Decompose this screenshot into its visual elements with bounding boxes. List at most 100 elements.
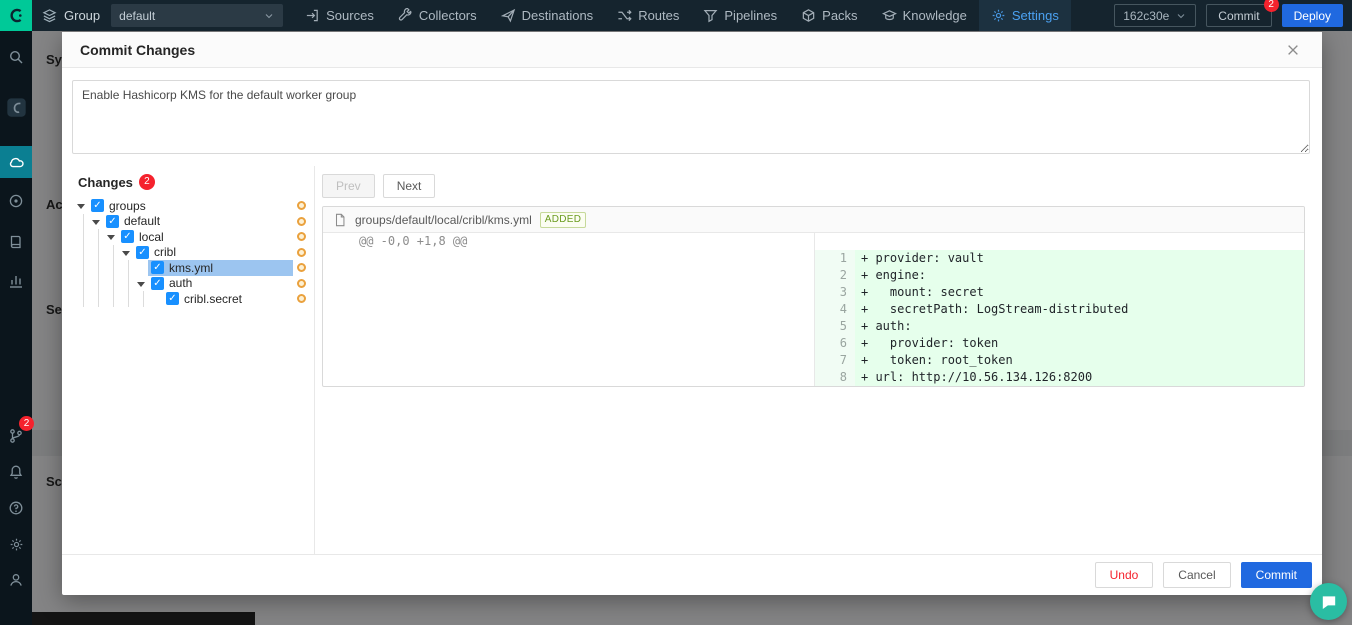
commit-button-top[interactable]: Commit 2 (1206, 4, 1271, 27)
tree-row-cribl.secret[interactable]: cribl.secret (76, 291, 314, 307)
group-selector[interactable]: default (111, 4, 283, 27)
tree-row-cribl[interactable]: cribl (76, 245, 314, 261)
nav-item-routes[interactable]: Routes (605, 0, 691, 31)
sidebar-item-worker-groups[interactable] (0, 146, 32, 178)
expander-caret[interactable] (136, 276, 148, 292)
indent-guide (106, 291, 121, 307)
git-branch-icon (8, 428, 24, 444)
diff-line: 6+ provider: token (323, 335, 1304, 352)
tree-row-main: cribl (133, 245, 293, 261)
nav-item-settings[interactable]: Settings (979, 0, 1071, 31)
commit-button-label: Commit (1218, 9, 1259, 23)
old-line-content (351, 250, 815, 267)
checkbox-kms.yml[interactable] (151, 261, 164, 274)
nav-item-packs[interactable]: Packs (789, 0, 869, 31)
modal-footer: Undo Cancel Commit (62, 554, 1322, 595)
diff-panel: Prev Next groups/default/local/cribl/kms… (315, 166, 1322, 554)
changes-title: Changes (78, 175, 133, 190)
nav-item-label: Settings (1012, 8, 1059, 23)
nav-item-collectors[interactable]: Collectors (386, 0, 489, 31)
indent-guide (91, 291, 106, 307)
change-status-dot (297, 201, 306, 210)
expander-caret[interactable] (76, 198, 88, 214)
commit-button-modal[interactable]: Commit (1241, 562, 1312, 588)
commit-message-input[interactable]: Enable Hashicorp KMS for the default wor… (72, 80, 1310, 154)
nav-item-destinations[interactable]: Destinations (489, 0, 606, 31)
sidebar-item-cribl-goat[interactable] (0, 91, 32, 123)
sidebar-item-help[interactable] (0, 492, 32, 524)
sidebar-item-notifications-bell[interactable] (0, 456, 32, 488)
indent-guide (76, 291, 91, 307)
diff-line: 7+ token: root_token (323, 352, 1304, 369)
prev-button[interactable]: Prev (322, 174, 375, 198)
diff-line: 8+ url: http://10.56.134.126:8200 (323, 369, 1304, 386)
tree-row-kms.yml[interactable]: kms.yml (76, 260, 314, 276)
pipelines-icon (703, 8, 718, 23)
indent-guide (91, 245, 106, 261)
commit-count-badge: 2 (1264, 0, 1279, 12)
sidebar-item-monitoring[interactable] (0, 185, 32, 217)
nav-item-pipelines[interactable]: Pipelines (691, 0, 789, 31)
diff-file-path: groups/default/local/cribl/kms.yml (355, 213, 532, 227)
expander-caret[interactable] (106, 229, 118, 245)
group-layers-icon (42, 8, 57, 23)
sidebar-item-settings-gear[interactable] (0, 528, 32, 560)
new-line-number: 1 (815, 250, 855, 267)
notifications-bell-icon (8, 464, 24, 480)
close-icon[interactable] (1282, 39, 1304, 61)
changes-header: Changes 2 (76, 172, 314, 198)
collectors-icon (398, 8, 413, 23)
tree-label: cribl.secret (184, 292, 242, 306)
sidebar-item-search[interactable] (0, 41, 32, 73)
cribl-logo[interactable] (0, 0, 32, 31)
old-line-content (351, 335, 815, 352)
cancel-button[interactable]: Cancel (1163, 562, 1230, 588)
tree-row-local[interactable]: local (76, 229, 314, 245)
nav-item-label: Knowledge (903, 8, 967, 23)
version-selector[interactable]: 162c30e (1114, 4, 1196, 27)
tree-row-default[interactable]: default (76, 214, 314, 230)
indent-guide (106, 276, 121, 292)
new-line-number: 3 (815, 284, 855, 301)
intercom-chat-button[interactable] (1310, 583, 1347, 620)
diff-line: 5+ auth: (323, 318, 1304, 335)
old-line-content (351, 301, 815, 318)
undo-button[interactable]: Undo (1095, 562, 1154, 588)
checkbox-cribl[interactable] (136, 246, 149, 259)
expander-caret[interactable] (121, 245, 133, 261)
nav-item-sources[interactable]: Sources (293, 0, 386, 31)
destinations-icon (501, 8, 516, 23)
tree-label: local (139, 230, 164, 244)
checkbox-default[interactable] (106, 215, 119, 228)
old-line-number (323, 318, 351, 335)
changes-count-badge: 2 (139, 174, 155, 190)
commit-changes-modal: Commit Changes Enable Hashicorp KMS for … (62, 32, 1322, 595)
tree-row-auth[interactable]: auth (76, 276, 314, 292)
top-navigation: Group default SourcesCollectorsDestinati… (0, 0, 1352, 31)
monitoring-icon (8, 193, 24, 209)
tree-row-groups[interactable]: groups (76, 198, 314, 214)
nav-item-label: Pipelines (724, 8, 777, 23)
sidebar-item-git-branch[interactable]: 2 (0, 420, 32, 452)
deploy-button[interactable]: Deploy (1282, 4, 1343, 27)
nav-item-knowledge[interactable]: Knowledge (870, 0, 979, 31)
checkbox-local[interactable] (121, 230, 134, 243)
nav-item-label: Collectors (419, 8, 477, 23)
diff-line: 2+ engine: (323, 267, 1304, 284)
sidebar-item-docs[interactable] (0, 226, 32, 258)
sidebar-count-badge: 2 (19, 416, 34, 431)
settings-gear-icon (9, 537, 24, 552)
help-icon (8, 500, 24, 516)
diff-body: @@ -0,0 +1,8 @@1+ provider: vault2+ engi… (323, 233, 1304, 386)
checkbox-groups[interactable] (91, 199, 104, 212)
cribl-logo-icon (7, 6, 26, 25)
checkbox-auth[interactable] (151, 277, 164, 290)
expander-caret[interactable] (91, 214, 103, 230)
tree-row-main: local (118, 229, 293, 245)
old-line-number (323, 284, 351, 301)
checkbox-cribl.secret[interactable] (166, 292, 179, 305)
sidebar-item-charts[interactable] (0, 265, 32, 297)
diff-viewer: groups/default/local/cribl/kms.yml ADDED… (322, 206, 1305, 387)
next-button[interactable]: Next (383, 174, 436, 198)
sidebar-item-user[interactable] (0, 564, 32, 596)
